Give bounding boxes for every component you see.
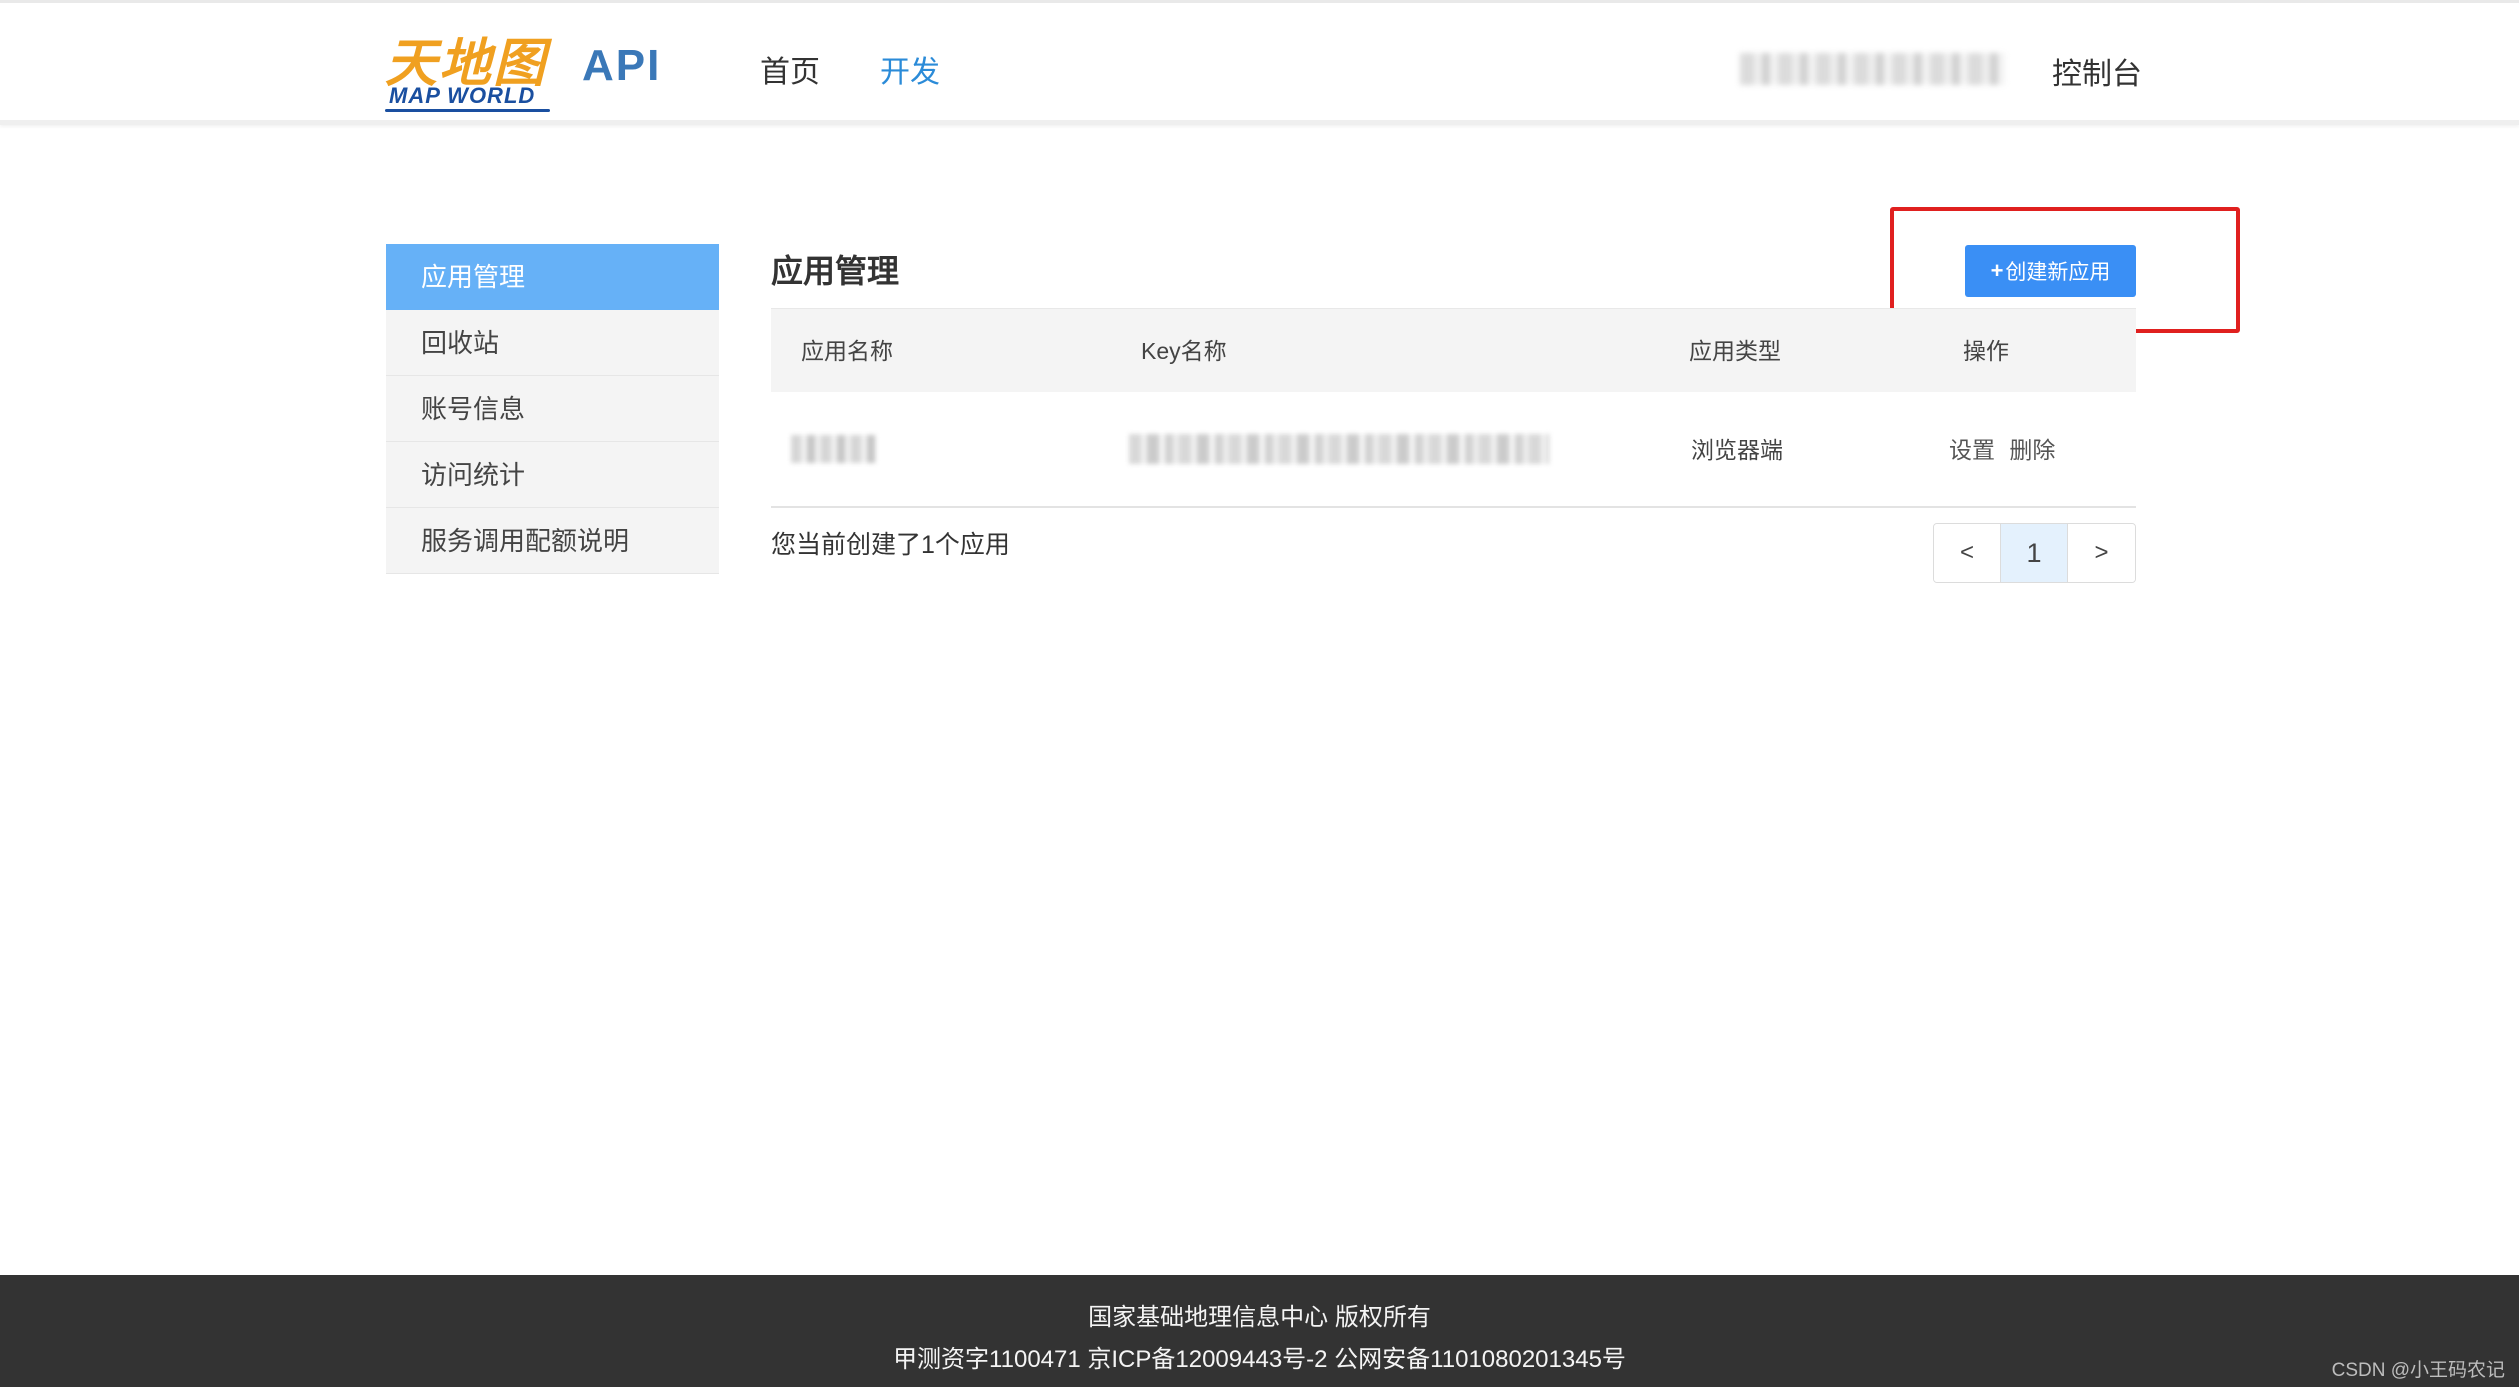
column-header-app-name: 应用名称 [801,338,893,364]
column-header-key-name: Key名称 [1141,338,1227,364]
nav-develop[interactable]: 开发 [880,47,940,91]
page-title: 应用管理 [771,253,900,289]
logo-swoosh [385,109,550,112]
tianditu-logo[interactable]: 天地图 MAP WORLD [385,21,555,116]
pagination-prev-button[interactable]: < [1934,524,2001,582]
table-header: 应用名称 Key名称 应用类型 操作 [771,308,2136,392]
column-header-app-type: 应用类型 [1689,338,1781,364]
watermark: CSDN @小王码农记 [2331,1360,2505,1381]
table-row: 浏览器端 设置 删除 [771,392,2136,508]
app-name-blurred [791,435,876,463]
console-link[interactable]: 控制台 [2052,49,2142,93]
delete-link[interactable]: 删除 [2009,437,2055,463]
pagination-next-button[interactable]: > [2068,524,2135,582]
sidebar-item-account-info[interactable]: 账号信息 [386,376,719,442]
app-key-blurred [1129,434,1549,464]
footer-copyright: 国家基础地理信息中心 版权所有 [1088,1304,1431,1331]
create-app-button[interactable]: + 创建新应用 [1965,245,2136,297]
app-type-cell: 浏览器端 [1691,437,1783,463]
sidebar-item-access-stats[interactable]: 访问统计 [386,442,719,508]
pagination: < 1 > [1933,523,2136,583]
sidebar: 应用管理 回收站 账号信息 访问统计 服务调用配额说明 [386,244,719,574]
pagination-page-current[interactable]: 1 [2001,524,2068,582]
site-header: 天地图 MAP WORLD API 首页 开发 控制台 [0,3,2519,125]
api-label: API [582,41,662,90]
settings-link[interactable]: 设置 [1949,437,1995,463]
app-table: 应用名称 Key名称 应用类型 操作 浏览器端 设置 删除 [771,308,2136,508]
app-count-summary: 您当前创建了1个应用 [771,531,1010,559]
footer-registration: 甲测资字1100471 京ICP备12009443号-2 公网安备1101080… [893,1346,1626,1373]
site-footer: 国家基础地理信息中心 版权所有 甲测资字1100471 京ICP备1200944… [0,1275,2519,1387]
sidebar-item-quota-info[interactable]: 服务调用配额说明 [386,508,719,574]
sidebar-item-app-management[interactable]: 应用管理 [386,244,719,310]
create-app-label: 创建新应用 [2005,261,2111,284]
logo-english-text: MAP WORLD [389,83,536,108]
sidebar-item-recycle-bin[interactable]: 回收站 [386,310,719,376]
column-header-actions: 操作 [1963,338,2009,364]
nav-home[interactable]: 首页 [760,47,820,91]
plus-icon: + [1990,258,2004,283]
user-account-blurred[interactable] [1740,53,2005,85]
